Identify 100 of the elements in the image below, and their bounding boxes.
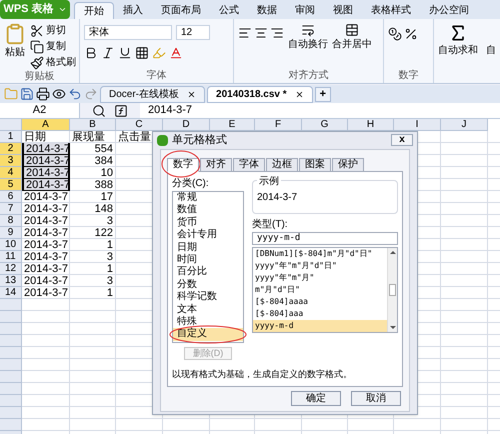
zoom-icon[interactable] [92,104,106,118]
percent-icon[interactable] [404,27,418,41]
font-name-field[interactable]: 宋体 [84,25,172,40]
row-header[interactable]: 4 [0,167,22,179]
ribbon-tab[interactable]: 页面布局 [152,2,210,19]
column-header[interactable]: A [22,119,70,131]
row-header[interactable]: 13 [0,275,22,287]
ok-button[interactable]: 确定 [291,391,341,406]
dialog-tab[interactable]: 字体 [233,158,265,172]
printer-icon[interactable] [36,87,50,101]
ribbon-tab[interactable]: 插入 [114,2,152,19]
scissors-icon[interactable] [30,24,44,38]
ribbon-tab[interactable]: 视图 [324,2,362,19]
copy-icon[interactable] [30,40,44,54]
dialog-tab[interactable]: 边框 [266,158,298,172]
wrap-text-label[interactable]: 自动换行 [288,37,328,52]
category-item[interactable]: 货币 [173,216,243,230]
category-item[interactable]: 百分比 [173,266,243,279]
category-item[interactable]: 时间 [173,254,243,266]
autosum-label[interactable]: 自动求和 [438,43,478,58]
ribbon-tab[interactable]: 审阅 [286,2,324,19]
dialog-tab[interactable]: 对齐 [200,158,232,172]
align-center-icon[interactable] [254,26,268,40]
category-item[interactable]: 特殊 [173,316,243,328]
column-header[interactable]: D [163,119,210,131]
paste-label[interactable]: 粘贴 [5,45,25,60]
ribbon-tab[interactable]: 表格样式 [362,2,420,19]
function-icon[interactable] [114,104,128,118]
ribbon-tab[interactable]: 公式 [210,2,248,19]
bold-icon[interactable] [84,46,98,60]
cut-label[interactable]: 剪切 [46,23,66,38]
column-header[interactable]: H [348,119,394,131]
merge-icon[interactable] [345,23,359,37]
column-header[interactable]: C [116,119,163,131]
copy-label[interactable]: 复制 [46,39,66,54]
type-item[interactable]: [$-804]aaa [253,308,387,320]
underline-icon[interactable] [118,46,132,60]
ribbon-tab[interactable]: 数据 [248,2,286,19]
align-right-icon[interactable] [270,26,284,40]
category-item[interactable]: 科学记数 [173,291,243,304]
close-icon[interactable] [187,90,196,98]
merge-center-label[interactable]: 合并居中 [332,37,372,52]
row-header[interactable]: 9 [0,227,22,239]
coins-icon[interactable] [388,27,402,41]
category-item[interactable]: 会计专用 [173,229,243,242]
app-menu-button[interactable]: WPS 表格 [0,0,70,19]
undo-icon[interactable] [68,87,82,101]
italic-icon[interactable] [101,46,115,60]
dialog-tab[interactable]: 保护 [332,158,364,172]
type-item[interactable]: yyyy-m-d [253,320,387,332]
row-header[interactable]: 1 [0,131,22,143]
preview-icon[interactable] [52,87,66,101]
close-icon[interactable] [294,90,304,98]
dialog-tab[interactable]: 数字 [167,158,199,172]
type-item[interactable]: yyyy"年"m"月" [253,272,387,284]
fill-color-icon[interactable] [152,46,166,60]
dialog-tab[interactable]: 图案 [299,158,331,172]
new-tab-button[interactable]: + [314,86,332,102]
type-field[interactable]: yyyy-m-d [252,232,398,245]
border-icon[interactable] [135,46,149,60]
row-header[interactable]: 5 [0,179,22,191]
category-item[interactable]: 自定义 [173,328,243,341]
format-painter-label[interactable]: 格式刷 [46,55,76,70]
column-header[interactable]: J [441,119,488,131]
align-left-icon[interactable] [238,26,252,40]
type-item[interactable]: m"月"d"日" [253,284,387,296]
font-color-icon[interactable] [169,46,183,60]
column-header[interactable]: E [210,119,255,131]
row-header[interactable]: 14 [0,287,22,299]
category-item[interactable]: 分数 [173,278,243,292]
wrap-text-icon[interactable] [301,23,315,37]
column-header[interactable]: F [255,119,302,131]
column-header[interactable]: I [394,119,441,131]
scrollbar[interactable] [387,248,397,332]
row-header[interactable]: 7 [0,203,22,215]
type-item[interactable]: yyyy"年"m"月"d"日" [253,260,387,272]
row-header[interactable]: 10 [0,239,22,251]
type-item[interactable]: [$-804]aaaa [253,296,387,308]
ribbon-tab[interactable]: 开始 [74,2,114,19]
row-header[interactable]: 2 [0,143,22,155]
type-item[interactable]: [DBNum1][$-804]m"月"d"日" [253,248,387,260]
close-button[interactable]: x [391,134,413,146]
row-header[interactable]: 12 [0,263,22,275]
brush-icon[interactable] [30,56,44,70]
row-header[interactable]: 11 [0,251,22,263]
column-header[interactable]: B [70,119,116,131]
document-tab[interactable]: Docer-在线模板 [100,86,206,102]
row-header[interactable]: 3 [0,155,22,167]
column-header[interactable]: G [302,119,348,131]
category-item[interactable]: 常规 [173,192,243,204]
save-icon[interactable] [20,87,34,101]
category-item[interactable]: 数值 [173,204,243,217]
cancel-button[interactable]: 取消 [351,391,401,406]
font-size-field[interactable]: 12 [176,25,210,40]
row-header[interactable]: 8 [0,215,22,227]
ribbon-tab[interactable]: 办公空间 [420,2,478,19]
formula-field[interactable]: 2014-3-7 [140,102,500,119]
category-item[interactable]: 文本 [173,304,243,316]
category-item[interactable]: 日期 [173,242,243,254]
row-header[interactable]: 6 [0,191,22,203]
